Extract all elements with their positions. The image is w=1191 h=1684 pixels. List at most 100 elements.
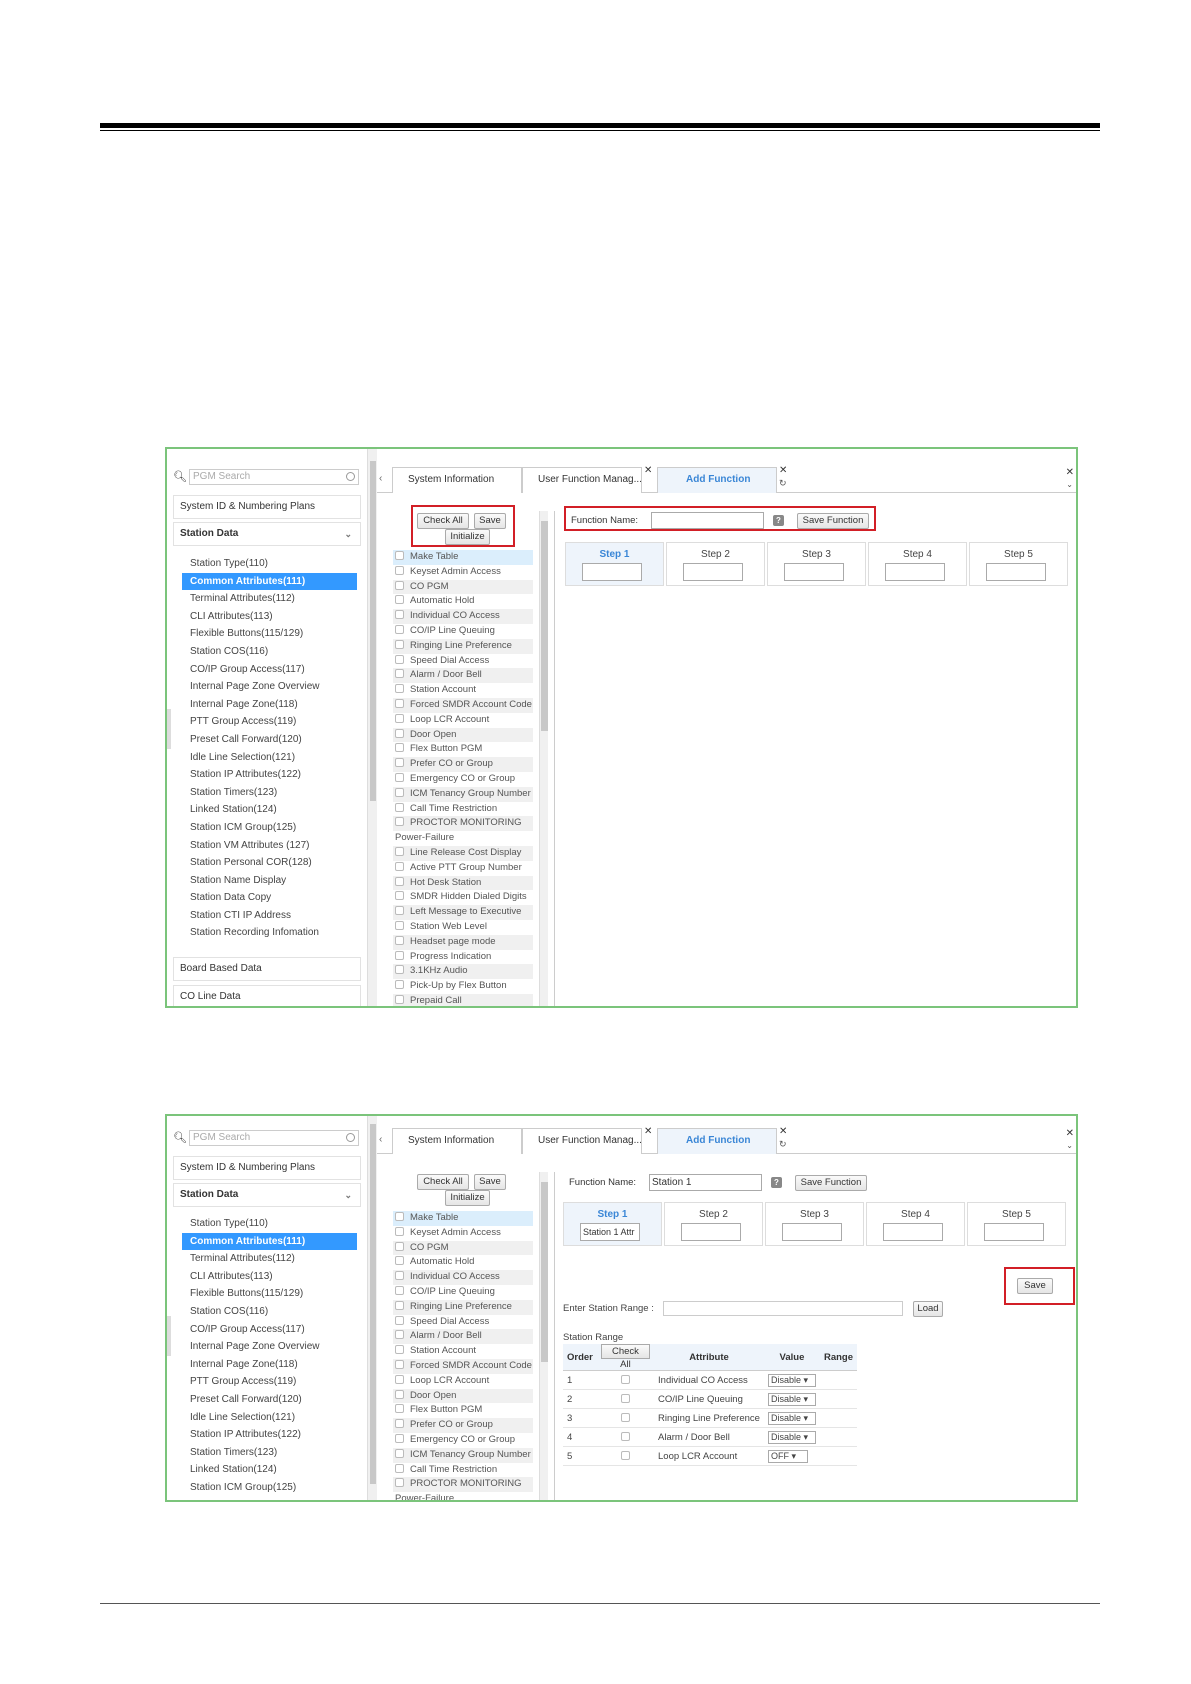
function-item[interactable]: Individual CO Access: [393, 1270, 533, 1285]
scrollbar-thumb[interactable]: [541, 521, 548, 731]
value-select[interactable]: OFF ▾: [767, 1449, 808, 1463]
checkbox[interactable]: [395, 1300, 404, 1310]
menu-item[interactable]: CO/IP Group Access(117): [182, 661, 357, 679]
function-item[interactable]: Active PTT Group Number: [393, 861, 533, 876]
checkbox[interactable]: [395, 1433, 404, 1443]
function-item[interactable]: Speed Dial Access: [393, 1315, 533, 1330]
function-item[interactable]: CO/IP Line Queuing: [393, 624, 533, 639]
menu-item-active[interactable]: Common Attributes(111): [182, 572, 357, 591]
checkbox[interactable]: [395, 1315, 404, 1325]
menu-item[interactable]: Preset Call Forward(120): [182, 731, 357, 749]
menu-item[interactable]: Flexible Buttons(115/129): [182, 625, 357, 643]
menu-group-station-data[interactable]: Station Data ⌄: [173, 522, 361, 546]
menu-item[interactable]: Station Data Copy: [182, 889, 357, 907]
check-cell[interactable]: [596, 1408, 655, 1428]
checkbox[interactable]: [620, 1450, 630, 1460]
checkbox[interactable]: [395, 861, 404, 871]
menu-scrollbar[interactable]: [367, 449, 377, 1006]
save-button[interactable]: Save: [474, 1174, 506, 1190]
step-4[interactable]: Step 4: [868, 542, 967, 586]
function-item[interactable]: Emergency CO or Group: [393, 1433, 533, 1448]
checkbox[interactable]: [395, 772, 404, 782]
checkbox[interactable]: [395, 1285, 404, 1295]
checkbox[interactable]: [395, 891, 404, 901]
value-cell[interactable]: Disable ▾: [763, 1389, 820, 1409]
checkbox[interactable]: [395, 743, 404, 753]
checkbox[interactable]: [395, 1345, 404, 1355]
step-input[interactable]: [681, 1223, 741, 1241]
checkbox[interactable]: [395, 1256, 404, 1266]
function-item[interactable]: Forced SMDR Account Code: [393, 697, 533, 713]
step-1[interactable]: Step 1 Station 1 Attr: [563, 1202, 662, 1246]
function-item[interactable]: Loop LCR Account: [393, 1374, 533, 1389]
function-item[interactable]: Loop LCR Account: [393, 713, 533, 728]
function-item[interactable]: PROCTOR MONITORING: [393, 1477, 533, 1493]
function-item[interactable]: Pick-Up by Flex Button: [393, 979, 533, 994]
step-1[interactable]: Step 1: [565, 542, 664, 586]
function-item[interactable]: Make Table: [393, 1211, 533, 1226]
function-item[interactable]: Automatic Hold: [393, 1255, 533, 1270]
tab-add-function[interactable]: Add Function: [657, 467, 777, 493]
checkbox[interactable]: [395, 846, 404, 856]
refresh-icon[interactable]: ↻: [779, 1139, 787, 1150]
checkbox[interactable]: [395, 817, 404, 827]
checkbox[interactable]: [395, 994, 404, 1004]
checkbox[interactable]: [395, 551, 404, 560]
step-input[interactable]: [984, 1223, 1044, 1241]
function-item[interactable]: Flex Button PGM: [393, 1403, 533, 1418]
step-5[interactable]: Step 5: [969, 542, 1068, 586]
function-item[interactable]: Emergency CO or Group: [393, 772, 533, 787]
checkbox[interactable]: [620, 1412, 630, 1422]
load-button[interactable]: Load: [913, 1301, 943, 1317]
menu-item[interactable]: Linked Station(124): [182, 1461, 357, 1479]
function-item[interactable]: SMDR Hidden Dialed Digits: [393, 890, 533, 905]
station-range-input[interactable]: [663, 1301, 903, 1316]
function-item[interactable]: Prefer CO or Group: [393, 757, 533, 772]
menu-item[interactable]: Station VM Attributes (127): [182, 837, 357, 855]
checkbox[interactable]: [395, 787, 404, 797]
menu-item[interactable]: PTT Group Access(119): [182, 1373, 357, 1391]
menu-item[interactable]: Station Type(110): [182, 1215, 357, 1233]
menu-item[interactable]: Internal Page Zone Overview: [182, 678, 357, 696]
function-item[interactable]: Ringing Line Preference: [393, 638, 533, 654]
function-item[interactable]: Prepaid Call: [393, 993, 533, 1006]
function-item[interactable]: ICM Tenancy Group Number: [393, 786, 533, 802]
step-4[interactable]: Step 4: [866, 1202, 965, 1246]
panel-resize-handle[interactable]: [167, 709, 171, 749]
menu-group-board-data[interactable]: Board Based Data: [173, 957, 361, 981]
menu-item[interactable]: Internal Page Zone(118): [182, 1356, 357, 1374]
tab-user-function[interactable]: User Function Manag...: [522, 1128, 642, 1154]
menu-item[interactable]: Station IP Attributes(122): [182, 1426, 357, 1444]
checkbox[interactable]: [395, 876, 404, 886]
checkbox[interactable]: [395, 965, 404, 975]
tab-user-function[interactable]: User Function Manag...: [522, 467, 642, 493]
function-list-scrollbar[interactable]: [539, 511, 548, 1006]
refresh-icon[interactable]: ↻: [779, 478, 787, 489]
checkbox[interactable]: [395, 802, 404, 812]
scrollbar-thumb[interactable]: [541, 1182, 548, 1362]
function-list-scrollbar[interactable]: [539, 1172, 548, 1500]
function-item[interactable]: Door Open: [393, 727, 533, 743]
checkbox[interactable]: [395, 920, 404, 930]
value-select[interactable]: Disable ▾: [767, 1411, 816, 1425]
function-name-input[interactable]: Station 1: [649, 1174, 762, 1191]
menu-group-station-data[interactable]: Station Data ⌄: [173, 1183, 361, 1207]
check-cell[interactable]: [596, 1427, 655, 1447]
initialize-button[interactable]: Initialize: [445, 1190, 490, 1206]
menu-item[interactable]: Internal Page Zone Overview: [182, 1338, 357, 1356]
checkbox[interactable]: [395, 669, 404, 679]
menu-item[interactable]: Idle Line Selection(121): [182, 1409, 357, 1427]
check-all-header[interactable]: Check All: [596, 1344, 655, 1371]
checkbox[interactable]: [395, 1389, 404, 1399]
value-select[interactable]: Disable ▾: [767, 1392, 816, 1406]
function-item[interactable]: Make Table: [393, 550, 533, 565]
menu-item[interactable]: CLI Attributes(113): [182, 608, 357, 626]
step-2[interactable]: Step 2: [666, 542, 765, 586]
chevron-down-icon[interactable]: ⌄: [1066, 1141, 1073, 1150]
checkbox[interactable]: [395, 1241, 404, 1251]
function-item[interactable]: Individual CO Access: [393, 609, 533, 624]
menu-item[interactable]: Station COS(116): [182, 643, 357, 661]
function-item[interactable]: Call Time Restriction: [393, 1463, 533, 1478]
function-item[interactable]: Door Open: [393, 1388, 533, 1404]
close-all-icon[interactable]: ✕: [1066, 1128, 1074, 1139]
